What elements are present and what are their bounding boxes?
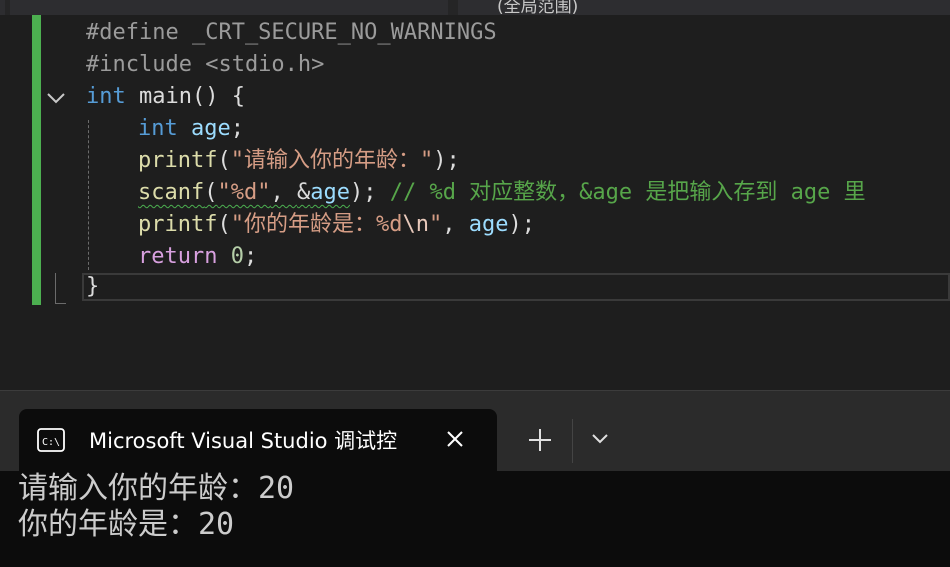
left-tab-fragment[interactable] [0,0,5,15]
code-line-1[interactable]: #define _CRT_SECURE_NO_WARNINGS [86,17,497,49]
plus-icon[interactable] [526,426,554,454]
current-line-highlight [82,273,950,301]
editor-top-strip: (全局范围) [0,0,950,17]
code-line-7[interactable]: printf("你的年龄是：%d\n", age); [138,209,535,241]
console-line-2: 你的年龄是：20 [18,507,235,542]
code-line-9[interactable]: } [86,271,99,303]
code-line-4[interactable]: int age; [138,113,244,145]
console-output[interactable]: 请输入你的年龄：20 你的年龄是：20 [0,471,950,567]
svg-text:C:\: C:\ [42,437,60,448]
tab-separator [572,419,573,463]
terminal-tab-title: Microsoft Visual Studio 调试控 [89,429,398,453]
chevron-down-icon[interactable] [45,87,67,109]
indent-guide [88,120,89,270]
terminal-icon: C:\ [37,428,65,452]
code-line-3[interactable]: int main() { [86,81,245,113]
scope-dropdown-left[interactable] [10,0,448,15]
code-line-6[interactable]: scanf("%d", &age); // %d 对应整数，&age 是把输入存… [138,177,866,209]
terminal-tab[interactable]: C:\ Microsoft Visual Studio 调试控 [19,409,497,471]
chevron-down-icon[interactable] [590,429,610,449]
close-icon[interactable] [445,429,465,449]
change-indicator-bar [32,15,41,305]
code-editor[interactable]: #define _CRT_SECURE_NO_WARNINGS #include… [0,15,950,390]
code-line-2[interactable]: #include <stdio.h> [86,49,324,81]
code-line-8[interactable]: return 0; [138,241,257,273]
scope-end-guide [55,273,66,304]
terminal-window: C:\ Microsoft Visual Studio 调试控 请输入你的年龄：… [0,390,950,567]
warning-squiggle[interactable]: scanf("%d", &age [138,180,350,205]
code-line-5[interactable]: printf("请输入你的年龄："); [138,145,460,177]
console-line-1: 请输入你的年龄：20 [18,471,295,506]
